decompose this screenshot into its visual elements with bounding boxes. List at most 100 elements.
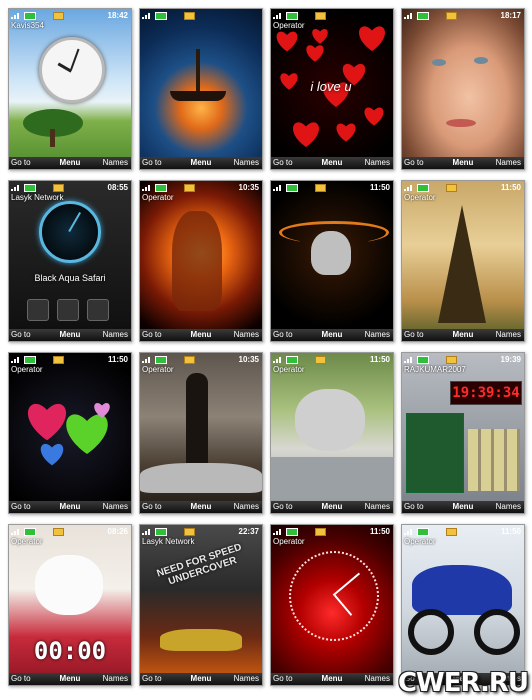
car-shape	[140, 463, 262, 493]
softkey-right[interactable]: Names	[234, 501, 259, 513]
softkey-right[interactable]: Names	[103, 157, 128, 169]
theme-screenshot-eiffel[interactable]: 11:50 Operator Go to Menu Names	[401, 180, 525, 342]
status-time: 10:35	[238, 183, 259, 192]
theme-screenshot-aqua[interactable]: Black Aqua Safari 08:55 Lasyk Network Go to…	[8, 180, 132, 342]
softkey-bar: Go to Menu Names	[271, 329, 393, 341]
circuit-board	[406, 413, 464, 493]
softkey-bar: Go to Menu Names	[9, 157, 131, 169]
status-time: 08:55	[107, 183, 128, 192]
heart-icon	[335, 121, 357, 143]
operator-name: Operator	[11, 365, 43, 374]
softkey-right[interactable]: Names	[365, 501, 390, 513]
softkey-bar: Go to Menu Names	[271, 501, 393, 513]
theme-screenshot-ship[interactable]: Go to Menu Names	[139, 8, 263, 170]
battery-icon	[417, 184, 429, 192]
theme-screenshot-car-girl[interactable]: 10:35 Operator Go to Menu Names	[139, 352, 263, 514]
softkey-right[interactable]: Names	[496, 501, 521, 513]
operator-name: Operator	[142, 193, 174, 202]
operator-name: Operator	[11, 537, 43, 546]
signal-icon	[11, 528, 21, 535]
theme-screenshot-motorbike[interactable]: 11:50 Operator Go to Menu Names	[401, 524, 525, 686]
signal-icon	[11, 184, 21, 191]
softkey-right[interactable]: Names	[103, 673, 128, 685]
battery-icon	[155, 356, 167, 364]
motorbike-body	[412, 565, 512, 615]
signal-icon	[11, 12, 21, 19]
theme-screenshot-puppy[interactable]: 00:00 08:26 Operator Go to Menu Names	[8, 524, 132, 686]
status-time: 11:50	[107, 355, 128, 364]
message-icon	[53, 356, 64, 364]
softkey-bar: Go to Menu Names	[9, 329, 131, 341]
operator-name: Operator	[273, 537, 305, 546]
heart-icon	[311, 27, 329, 45]
wallpaper-image	[402, 9, 524, 169]
theme-screenshot-kitten[interactable]: 11:50 Operator Go to Menu Names	[270, 352, 394, 514]
heart-icon	[39, 441, 65, 467]
ship-icon	[178, 49, 218, 97]
softkey-right[interactable]: Names	[234, 157, 259, 169]
status-time: 18:42	[107, 11, 128, 20]
battery-icon	[417, 528, 429, 536]
clock-hand	[334, 594, 353, 616]
softkey-bar: Go to Menu Names	[402, 501, 524, 513]
love-caption: i love u	[310, 79, 352, 94]
kitten-head	[295, 389, 365, 451]
softkey-bar: Go to Menu Names	[140, 501, 262, 513]
theme-screenshot-skull[interactable]: 11:50 Go to Menu Names	[270, 180, 394, 342]
softkey-right[interactable]: Names	[365, 157, 390, 169]
heart-icon	[93, 401, 111, 419]
softkey-right[interactable]: Names	[365, 329, 390, 341]
signal-icon	[142, 528, 152, 535]
operator-name: Operator	[142, 365, 174, 374]
operator-name: Operator	[273, 21, 305, 30]
operator-name: Operator	[404, 193, 436, 202]
theme-screenshot-nfs[interactable]: NEED FOR SPEED UNDERCOVER 22:37 Lasyk Netw…	[139, 524, 263, 686]
softkey-bar: Go to Menu Names	[9, 501, 131, 513]
softkey-right[interactable]: Names	[365, 673, 390, 685]
signal-icon	[142, 12, 152, 19]
heart-shape	[336, 123, 356, 142]
message-icon	[53, 528, 64, 536]
heart-icon	[305, 43, 325, 63]
message-icon	[53, 12, 64, 20]
signal-icon	[404, 356, 414, 363]
message-icon	[184, 184, 195, 192]
site-watermark: CWER.RU	[397, 668, 529, 698]
battery-icon	[286, 356, 298, 364]
theme-screenshot-hearts-red[interactable]: i love u Operator Go to Menu Names	[270, 8, 394, 170]
status-time: 08:26	[107, 527, 128, 536]
message-icon	[446, 184, 457, 192]
softkey-right[interactable]: Names	[103, 501, 128, 513]
tree-trunk	[50, 129, 55, 147]
battery-icon	[24, 528, 36, 536]
theme-screenshot-fire[interactable]: 10:35 Operator Go to Menu Names	[139, 180, 263, 342]
theme-screenshot-clock-tree[interactable]: 18:42 Kavis354 Go to Menu Names	[8, 8, 132, 170]
softkey-right[interactable]: Names	[103, 329, 128, 341]
status-time: 11:50	[369, 355, 390, 364]
heart-shape	[312, 28, 328, 44]
softkey-bar: Go to Menu Names	[271, 157, 393, 169]
softkey-right[interactable]: Names	[496, 157, 521, 169]
message-icon	[184, 12, 195, 20]
battery-icon	[155, 12, 167, 20]
battery-icon	[286, 12, 298, 20]
heart-shape	[306, 45, 324, 62]
signal-icon	[142, 356, 152, 363]
softkey-right[interactable]: Names	[234, 329, 259, 341]
status-time: 19:39	[500, 355, 521, 364]
softkey-right[interactable]: Names	[234, 673, 259, 685]
theme-screenshot-hearts-color[interactable]: 11:50 Operator Go to Menu Names	[8, 352, 132, 514]
signal-icon	[273, 184, 283, 191]
theme-screenshot-digital-board[interactable]: 19:39:34 19:39 RAJKUMAR2007 Go to Menu Names	[401, 352, 525, 514]
theme-screenshot-face[interactable]: 18:17 Go to Menu Names	[401, 8, 525, 170]
battery-icon	[286, 528, 298, 536]
message-icon	[446, 528, 457, 536]
message-icon	[315, 356, 326, 364]
theme-screenshot-rose-clock[interactable]: 11:50 Operator Go to Menu Names	[270, 524, 394, 686]
softkey-right[interactable]: Names	[496, 329, 521, 341]
shortcut-icon	[87, 299, 109, 321]
theme-title: Black Aqua Safari	[34, 273, 106, 283]
signal-icon	[404, 184, 414, 191]
battery-icon	[155, 184, 167, 192]
status-time: 11:50	[369, 527, 390, 536]
